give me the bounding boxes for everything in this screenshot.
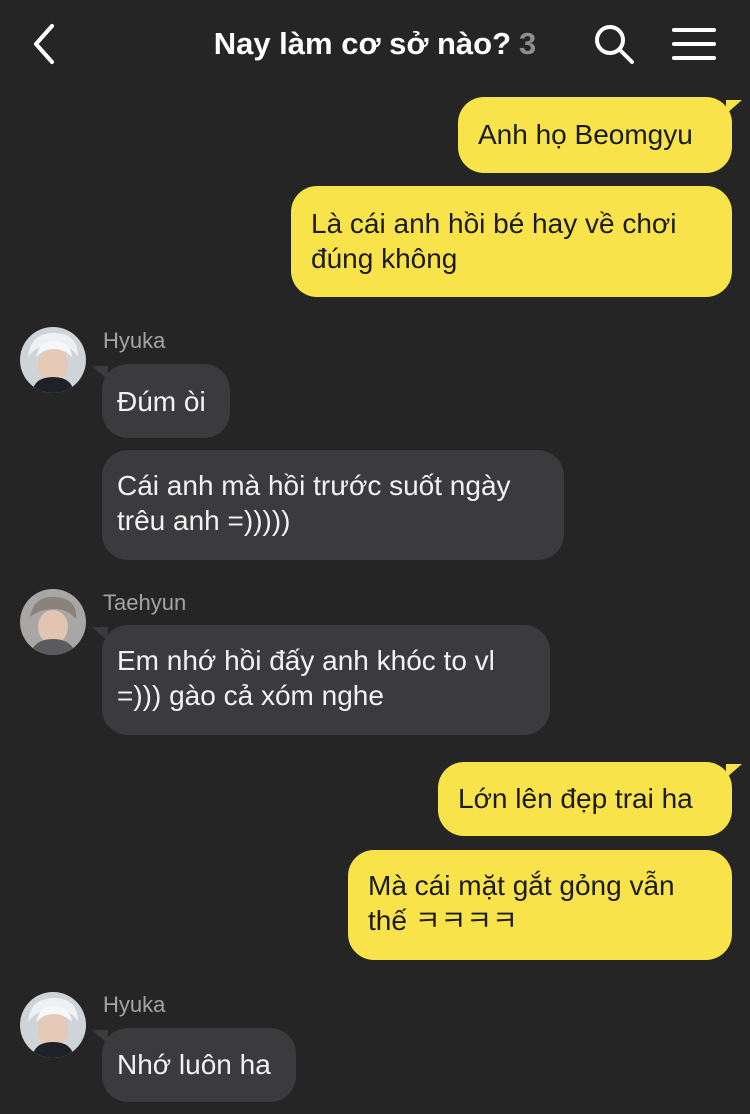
- other-message-bubble[interactable]: Nhớ luôn ha: [102, 1028, 296, 1102]
- chat-title: Nay làm cơ sở nào?: [213, 26, 512, 61]
- avatar-image: [20, 327, 86, 393]
- message-text: Cái anh mà hồi trước suốt ngày trêu anh …: [117, 470, 511, 536]
- my-message-bubble[interactable]: Là cái anh hồi bé hay về chơi đúng không: [291, 186, 732, 297]
- bubble-tail: [726, 764, 742, 778]
- message-text: Anh họ Beomgyu: [478, 119, 693, 150]
- bubble-tail: [92, 627, 108, 641]
- search-button[interactable]: [592, 22, 636, 66]
- search-icon: [595, 25, 634, 64]
- avatar-image: [20, 992, 86, 1058]
- chat-title-area: Nay làm cơ sở nào? 3: [0, 24, 750, 64]
- bubble-tail: [92, 366, 108, 380]
- message-text: Mà cái mặt gắt gỏng vẫn thế ㅋㅋㅋㅋ: [368, 870, 675, 936]
- message-text: Đúm òi: [117, 386, 206, 417]
- menu-button[interactable]: [672, 24, 716, 64]
- menu-icon: [672, 28, 716, 60]
- sender-name: Taehyun: [103, 590, 187, 615]
- sender-name: Hyuka: [103, 328, 166, 353]
- message-text: Em nhớ hồi đấy anh khóc to vl =))) gào c…: [117, 645, 495, 711]
- avatar-hyuka[interactable]: [20, 992, 86, 1058]
- other-message-bubble[interactable]: Cái anh mà hồi trước suốt ngày trêu anh …: [102, 450, 564, 560]
- bubble-tail: [726, 100, 742, 114]
- avatar-taehyun[interactable]: [20, 589, 86, 655]
- chat-header: Nay làm cơ sở nào? 3: [0, 0, 750, 88]
- message-text: Nhớ luôn ha: [117, 1049, 271, 1080]
- avatar-image: [20, 589, 86, 655]
- avatar-hyuka[interactable]: [20, 327, 86, 393]
- my-message-bubble[interactable]: Mà cái mặt gắt gỏng vẫn thế ㅋㅋㅋㅋ: [348, 850, 732, 960]
- message-text: Lớn lên đẹp trai ha: [458, 783, 693, 814]
- other-message-bubble[interactable]: Em nhớ hồi đấy anh khóc to vl =))) gào c…: [102, 625, 550, 735]
- other-message-bubble[interactable]: Đúm òi: [102, 364, 230, 438]
- bubble-tail: [92, 1030, 108, 1044]
- my-message-bubble[interactable]: Lớn lên đẹp trai ha: [438, 762, 732, 836]
- message-text: Là cái anh hồi bé hay về chơi đúng không: [311, 208, 677, 274]
- member-count: 3: [519, 26, 537, 61]
- sender-name: Hyuka: [103, 992, 166, 1017]
- my-message-bubble[interactable]: Anh họ Beomgyu: [458, 97, 732, 173]
